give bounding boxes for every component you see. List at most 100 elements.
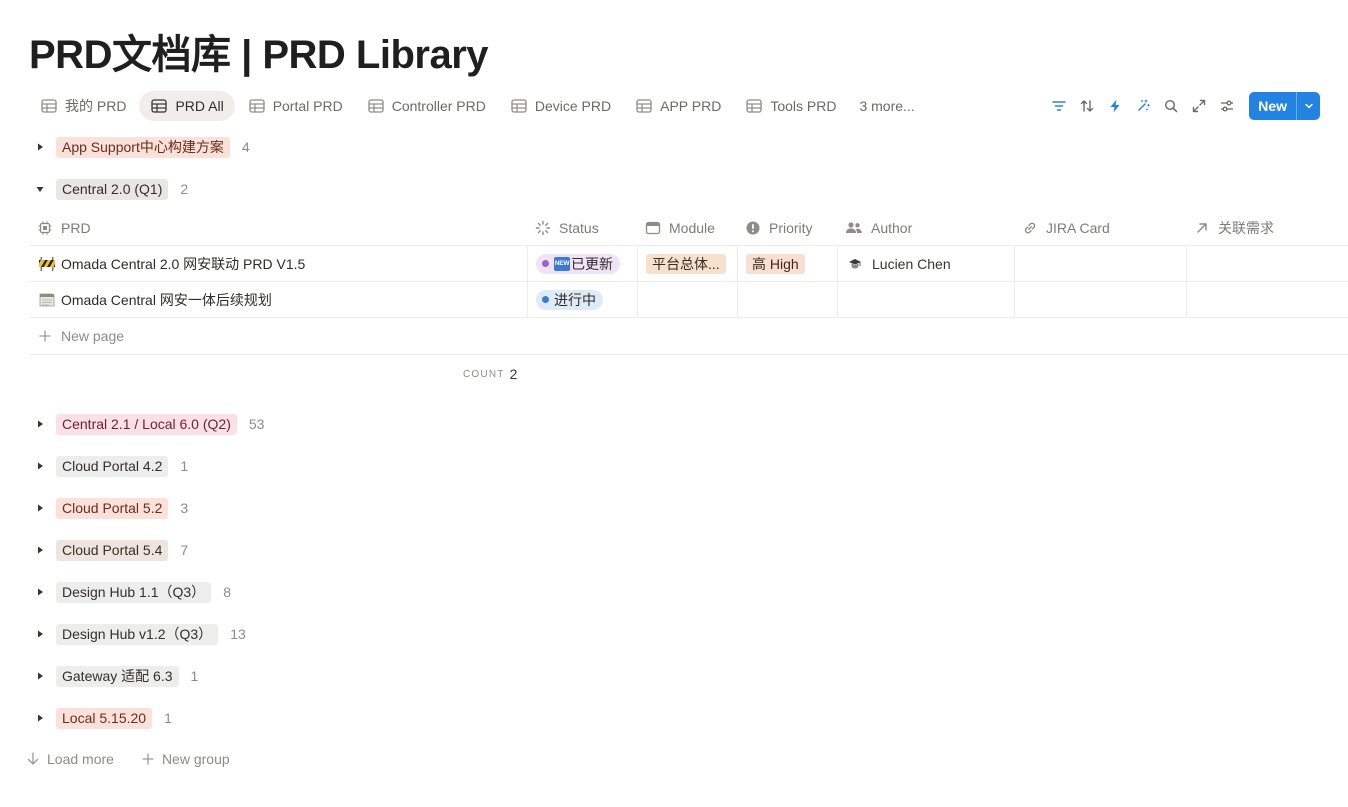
column-header-prd[interactable]: PRD	[29, 210, 527, 245]
group-tag[interactable]: App Support中心构建方案	[56, 136, 230, 158]
group-row: Gateway 适配 6.3 1	[29, 662, 198, 690]
tab-portal-prd[interactable]: Portal PRD	[237, 91, 354, 121]
group-count: 53	[248, 416, 265, 432]
view-tabs: 我的 PRD PRD All Portal PRD Controller PRD…	[29, 90, 925, 122]
table-view-icon	[636, 99, 652, 113]
priority-cell[interactable]: 高 High	[737, 246, 837, 281]
tab-label: Tools PRD	[770, 98, 837, 114]
tab-label: Portal PRD	[272, 98, 343, 114]
column-header-module[interactable]: Module	[637, 210, 737, 245]
group-tag[interactable]: Cloud Portal 4.2	[56, 455, 169, 477]
group-row: Local 5.15.20 1	[29, 704, 172, 732]
jira-cell[interactable]	[1014, 246, 1186, 281]
column-header-related[interactable]: 关联需求	[1186, 210, 1348, 245]
load-more-button[interactable]: Load more	[27, 751, 114, 767]
column-label: JIRA Card	[1046, 219, 1110, 236]
author-cell[interactable]: Lucien Chen	[837, 246, 1014, 281]
table-view-icon	[41, 99, 57, 113]
group-row: Central 2.1 / Local 6.0 (Q2) 53	[29, 410, 264, 438]
tab-label: 我的 PRD	[65, 98, 127, 114]
tab-app-prd[interactable]: APP PRD	[624, 91, 732, 121]
column-header-status[interactable]: Status	[527, 210, 637, 245]
related-cell[interactable]	[1186, 246, 1348, 281]
tab-device-prd[interactable]: Device PRD	[499, 91, 622, 121]
tab-label: APP PRD	[660, 98, 722, 114]
collapsed-triangle-icon[interactable]	[29, 665, 51, 687]
filter-icon[interactable]	[1047, 94, 1071, 118]
group-tag[interactable]: Design Hub 1.1（Q3）	[56, 581, 212, 603]
view-toolbar: New	[1047, 92, 1320, 120]
group-tag[interactable]: Design Hub v1.2（Q3）	[56, 623, 219, 645]
table-view-icon	[151, 99, 168, 113]
author-cell[interactable]	[837, 282, 1014, 317]
chevron-down-icon[interactable]	[1296, 92, 1320, 120]
collapsed-triangle-icon[interactable]	[29, 539, 51, 561]
calculation-count[interactable]: COUNT 2	[463, 366, 517, 382]
tab-label: PRD All	[175, 98, 224, 114]
group-count: 7	[180, 542, 189, 558]
module-tag: 平台总体...	[646, 253, 726, 274]
tab-controller-prd[interactable]: Controller PRD	[356, 91, 497, 121]
collapsed-triangle-icon[interactable]	[29, 136, 51, 158]
column-label: 关联需求	[1218, 219, 1274, 236]
expand-icon[interactable]	[1187, 94, 1211, 118]
related-cell[interactable]	[1186, 282, 1348, 317]
more-tabs-button[interactable]: 3 more...	[849, 91, 924, 121]
group-tag[interactable]: Central 2.0 (Q1)	[56, 178, 169, 200]
tab-my-prd[interactable]: 我的 PRD	[29, 91, 137, 121]
collapsed-triangle-icon[interactable]	[29, 455, 51, 477]
group-row: App Support中心构建方案 4	[29, 133, 250, 161]
group-table: PRD Status Module Priority Author JIRA C…	[29, 210, 1348, 355]
automation-icon[interactable]	[1103, 94, 1127, 118]
column-label: Author	[871, 219, 913, 236]
settings-icon[interactable]	[1215, 94, 1239, 118]
collapsed-triangle-icon[interactable]	[29, 623, 51, 645]
table-view-icon	[746, 99, 762, 113]
group-tag[interactable]: Cloud Portal 5.2	[56, 497, 169, 519]
collapsed-triangle-icon[interactable]	[29, 707, 51, 729]
group-tag[interactable]: Cloud Portal 5.4	[56, 539, 169, 561]
group-row: Design Hub 1.1（Q3） 8	[29, 578, 231, 606]
tab-tools-prd[interactable]: Tools PRD	[734, 91, 847, 121]
status-cell[interactable]: NEW 已更新	[527, 246, 637, 281]
status-cell[interactable]: 进行中	[527, 282, 637, 317]
column-header-jira-card[interactable]: JIRA Card	[1014, 210, 1186, 245]
column-label: Status	[559, 219, 599, 236]
expanded-triangle-icon[interactable]	[29, 178, 51, 200]
module-cell[interactable]: 平台总体...	[637, 246, 737, 281]
prd-title-cell[interactable]: Omada Central 网安一体后续规划	[29, 282, 527, 317]
column-header-priority[interactable]: Priority	[737, 210, 837, 245]
collapsed-triangle-icon[interactable]	[29, 581, 51, 603]
plus-icon	[39, 330, 51, 342]
column-header-author[interactable]: Author	[837, 210, 1014, 245]
jira-cell[interactable]	[1014, 282, 1186, 317]
people-icon	[846, 221, 862, 233]
new-group-button[interactable]: New group	[142, 751, 230, 767]
tab-label: Controller PRD	[391, 98, 486, 114]
group-tag[interactable]: Gateway 适配 6.3	[56, 665, 179, 687]
new-button[interactable]: New	[1249, 92, 1320, 120]
module-cell[interactable]	[637, 282, 737, 317]
table-row[interactable]: Omada Central 网安一体后续规划 进行中	[29, 282, 1348, 318]
avatar	[846, 255, 864, 273]
priority-cell[interactable]	[737, 282, 837, 317]
ai-sparkle-icon[interactable]	[1131, 94, 1155, 118]
collapsed-triangle-icon[interactable]	[29, 413, 51, 435]
search-icon[interactable]	[1159, 94, 1183, 118]
group-count: 2	[180, 181, 189, 197]
group-tag[interactable]: Central 2.1 / Local 6.0 (Q2)	[56, 413, 237, 435]
status-badge: 进行中	[536, 289, 603, 310]
column-label: PRD	[61, 219, 91, 236]
priority-alert-icon	[746, 221, 760, 234]
collapsed-triangle-icon[interactable]	[29, 497, 51, 519]
group-count: 4	[241, 139, 250, 155]
group-row: Design Hub v1.2（Q3） 13	[29, 620, 246, 648]
group-tag[interactable]: Local 5.15.20	[56, 707, 153, 729]
new-page-button[interactable]: New page	[29, 318, 1348, 355]
prd-title-cell[interactable]: Omada Central 2.0 网安联动 PRD V1.5	[29, 246, 527, 281]
table-row[interactable]: Omada Central 2.0 网安联动 PRD V1.5 NEW 已更新 …	[29, 246, 1348, 282]
sort-icon[interactable]	[1075, 94, 1099, 118]
tab-prd-all[interactable]: PRD All	[139, 91, 235, 121]
table-view-icon	[511, 99, 527, 113]
group-count: 1	[180, 458, 189, 474]
